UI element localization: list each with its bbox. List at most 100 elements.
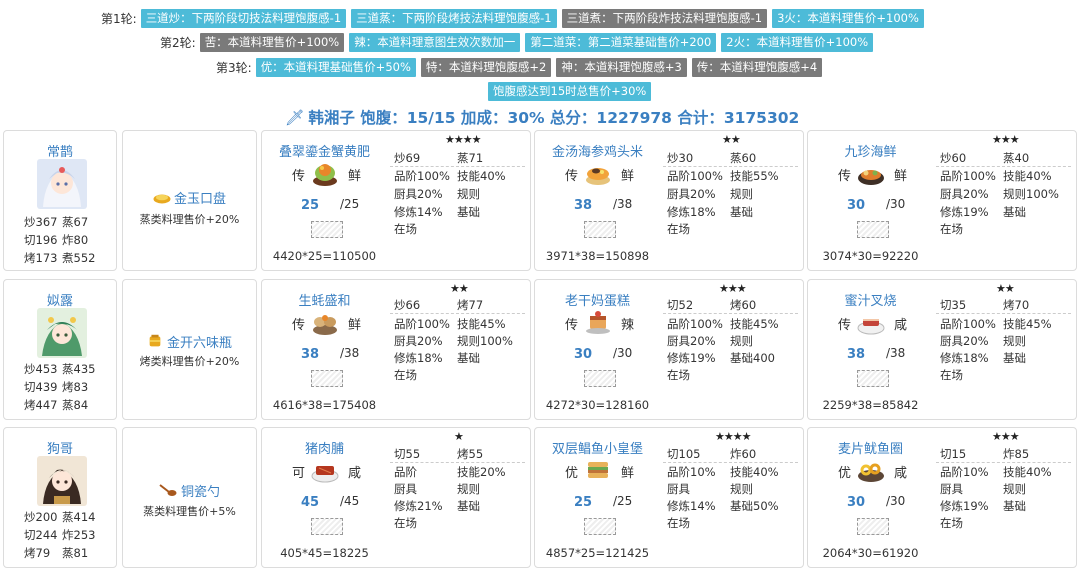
- dish-stat: 在场: [394, 516, 417, 530]
- dish-tag-right: 鲜: [621, 466, 635, 481]
- equip-name: 金开六味瓶: [167, 336, 233, 351]
- empty-slot[interactable]: [857, 518, 889, 535]
- dish-tag-left: 传: [565, 169, 579, 184]
- chef-stat: 炸80: [62, 233, 89, 247]
- dish-stat: 基础: [1003, 351, 1026, 365]
- dish-tag-right: 鲜: [621, 169, 635, 184]
- dish-tag-right: 咸: [894, 466, 908, 481]
- dish-tag-right: 鲜: [894, 169, 908, 184]
- dish-quantity: 25: [574, 495, 593, 510]
- empty-slot[interactable]: [857, 370, 889, 387]
- dish-stat: 修炼19%: [940, 499, 989, 513]
- dish-price-calc: 2259*38=85842: [822, 398, 919, 412]
- dish-quantity: 30: [574, 347, 593, 362]
- chef-stat: 煮552: [62, 251, 96, 265]
- equip-card[interactable]: 金开六味瓶 烤类料理售价+20%: [122, 279, 257, 420]
- dish-stat: 修炼19%: [667, 351, 716, 365]
- dish-quantity: 38: [301, 347, 320, 362]
- dish-stat: 基础: [1003, 205, 1026, 219]
- rule-tag: 神：本道料理饱腹感+3: [556, 58, 687, 77]
- chef-card[interactable]: 狗哥 炒200 蒸414 切244 炸253 烤79 蒸81: [3, 427, 117, 568]
- dish-stat: 切35: [940, 298, 967, 312]
- empty-slot[interactable]: [311, 370, 343, 387]
- dish-stat: 厨具20%: [667, 334, 716, 348]
- rule-tag: 2火：本道料理售价+100%: [721, 33, 874, 52]
- empty-slot[interactable]: [311, 221, 343, 238]
- rule-tag: 第二道菜：第二道菜基础售价+200: [525, 33, 717, 52]
- empty-slot[interactable]: [857, 221, 889, 238]
- rule-tag: 三道炒：下两阶段切技法料理饱腹感-1: [140, 9, 347, 28]
- dish-stat: 规则: [1003, 482, 1026, 496]
- equip-card[interactable]: 金玉口盘 蒸类料理售价+20%: [122, 130, 257, 271]
- chef-stat: 炒453: [24, 362, 58, 376]
- dish-quantity-max: /25: [340, 197, 360, 211]
- dish-stat: 品阶100%: [940, 317, 996, 331]
- dish-stat: 品阶100%: [394, 169, 450, 183]
- dish-stat: 炒60: [940, 151, 967, 165]
- empty-slot[interactable]: [584, 518, 616, 535]
- dish-quantity: 30: [847, 198, 866, 213]
- chef-name: 狗哥: [46, 442, 73, 457]
- dish-card[interactable]: 猪肉脯 ★ 可 咸 45 /45 405*45=18225 切55 烤55 品阶…: [261, 427, 531, 568]
- chef-avatar: [37, 456, 87, 506]
- dish-card[interactable]: 老干妈蛋糕 ★★★ 传 辣 30 /30 4272*30=128160 切52 …: [534, 279, 804, 420]
- dish-card[interactable]: 金汤海参鸡头米 ★★ 传 鲜 38 /38 3971*38=150898 炒30…: [534, 130, 804, 271]
- chef-card[interactable]: 姒露 炒453 蒸435 切439 烤83 烤447 蒸84: [3, 279, 117, 420]
- dish-stat: 基础: [730, 205, 753, 219]
- dish-stat: 品阶100%: [667, 169, 723, 183]
- dish-card[interactable]: 九珍海鲜 ★★★ 传 鲜 30 /30 3074*30=92220 炒60 蒸4…: [807, 130, 1077, 271]
- dish-quantity: 38: [574, 198, 593, 213]
- dish-stat: 基础400: [730, 351, 775, 365]
- rarity-stars: ★: [454, 430, 464, 443]
- dish-card[interactable]: 蜜汁叉烧 ★★ 传 咸 38 /38 2259*38=85842 切35 烤70…: [807, 279, 1077, 420]
- dish-stat: 在场: [394, 368, 417, 382]
- dish-quantity-max: /30: [886, 494, 906, 508]
- chef-stat: 炒200: [24, 510, 58, 524]
- dish-quantity-max: /30: [886, 197, 906, 211]
- dish-stat: 基础50%: [730, 499, 779, 513]
- empty-slot[interactable]: [584, 221, 616, 238]
- rule-tag: 饱腹感达到15时总售价+30%: [488, 82, 652, 101]
- empty-slot[interactable]: [311, 518, 343, 535]
- dish-quantity-max: /38: [340, 346, 360, 360]
- rule-tag: 辣：本道料理意图生效次数加一: [349, 33, 521, 52]
- rarity-stars: ★★★: [992, 430, 1020, 443]
- dish-image: [311, 466, 339, 483]
- dish-stat: 技能45%: [1003, 317, 1052, 331]
- dish-stat: 蒸40: [1003, 151, 1030, 165]
- plate-icon: [153, 194, 171, 204]
- dish-price-calc: 3971*38=150898: [545, 249, 650, 263]
- rule-tag: 优：本道料理基础售价+50%: [255, 58, 416, 77]
- rarity-stars: ★★★★: [445, 133, 481, 146]
- summary-text: 韩湘子 饱腹：15/15 加成：30% 总分：1227978 合计：317530…: [308, 109, 800, 127]
- dish-card[interactable]: 生蚝盛和 ★★ 传 鲜 38 /38 4616*38=175408 炒66 烤7…: [261, 279, 531, 420]
- chef-stat: 烤79: [24, 546, 51, 560]
- dish-quantity-max: /45: [340, 494, 360, 508]
- dish-card[interactable]: 叠翠鎏金蟹黄肥 ★★★★ 传 鲜 25 /25 4420*25=110500 炒…: [261, 130, 531, 271]
- equip-desc: 蒸类料理售价+20%: [139, 213, 240, 226]
- equip-card[interactable]: 铜瓷勺 蒸类料理售价+5%: [122, 427, 257, 568]
- equip-desc: 蒸类料理售价+5%: [143, 505, 236, 518]
- dish-stat: 规则100%: [1003, 187, 1059, 201]
- dish-stat: 在场: [940, 222, 963, 236]
- chef-card[interactable]: 常鹊 炒367 蒸67 切196 炸80 烤173 煮552: [3, 130, 117, 271]
- dish-stat: 厨具20%: [394, 187, 443, 201]
- dish-card[interactable]: 麦片鱿鱼圈 ★★★ 优 咸 30 /30 2064*30=61920 切15 炸…: [807, 427, 1077, 568]
- dish-stat: 基础: [457, 205, 480, 219]
- dish-price-calc: 4616*38=175408: [272, 398, 377, 412]
- dish-tag-right: 辣: [621, 318, 635, 333]
- dish-quantity-max: /25: [613, 494, 633, 508]
- rarity-stars: ★★★: [992, 133, 1020, 146]
- dish-price-calc: 405*45=18225: [280, 546, 369, 560]
- empty-slot[interactable]: [584, 370, 616, 387]
- chef-stat: 蒸84: [62, 398, 89, 412]
- rules-extra: 饱腹感达到15时总售价+30%: [488, 82, 656, 101]
- dish-tag-right: 咸: [348, 466, 362, 481]
- knife-icon: 🗡: [284, 109, 305, 127]
- dish-stat: 在场: [667, 222, 690, 236]
- dish-card[interactable]: 双层鲳鱼小皇堡 ★★★★ 优 鲜 25 /25 4857*25=121425 切…: [534, 427, 804, 568]
- equip-name: 金玉口盘: [174, 192, 227, 207]
- dish-stat: 技能20%: [457, 465, 506, 479]
- dish-image: [313, 315, 337, 335]
- dish-stat: 品阶10%: [940, 465, 989, 479]
